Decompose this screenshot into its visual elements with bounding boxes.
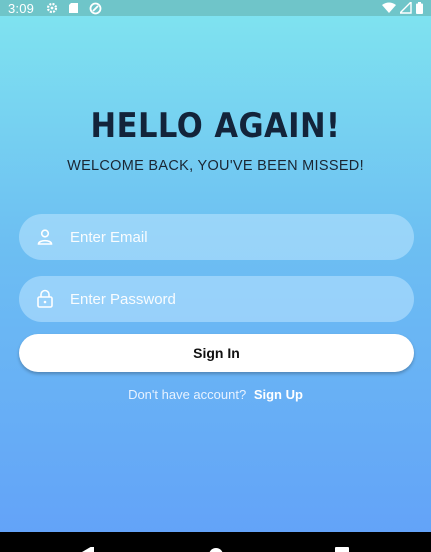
back-icon[interactable]	[82, 544, 96, 552]
sign-in-button[interactable]: Sign In	[19, 334, 414, 372]
navigation-bar	[0, 532, 431, 552]
page-subtitle: WELCOME BACK, YOU'VE BEEN MISSED!	[67, 158, 364, 174]
sync-icon	[89, 2, 102, 15]
sd-card-icon	[68, 2, 79, 14]
page-title: HELLO AGAIN!	[90, 106, 341, 146]
email-input[interactable]	[70, 228, 370, 246]
lock-icon	[35, 289, 55, 309]
password-input[interactable]	[70, 290, 370, 308]
person-icon	[35, 227, 55, 247]
recents-icon[interactable]	[335, 544, 349, 552]
signup-prompt: Don't have account?	[128, 387, 247, 402]
signup-row: Don't have account? Sign Up	[0, 387, 431, 402]
home-icon[interactable]	[208, 544, 224, 552]
sign-up-link[interactable]: Sign Up	[254, 387, 303, 402]
battery-icon	[416, 2, 423, 14]
signal-icon	[400, 2, 412, 14]
login-screen: 3:09 HELLO AGAIN! WELCOME BACK, YOU'VE B…	[0, 0, 431, 532]
wifi-icon	[382, 2, 396, 14]
status-time: 3:09	[8, 0, 35, 16]
email-field[interactable]	[19, 214, 414, 260]
password-field[interactable]	[19, 276, 414, 322]
gear-icon	[46, 2, 58, 14]
status-bar: 3:09	[0, 0, 431, 16]
